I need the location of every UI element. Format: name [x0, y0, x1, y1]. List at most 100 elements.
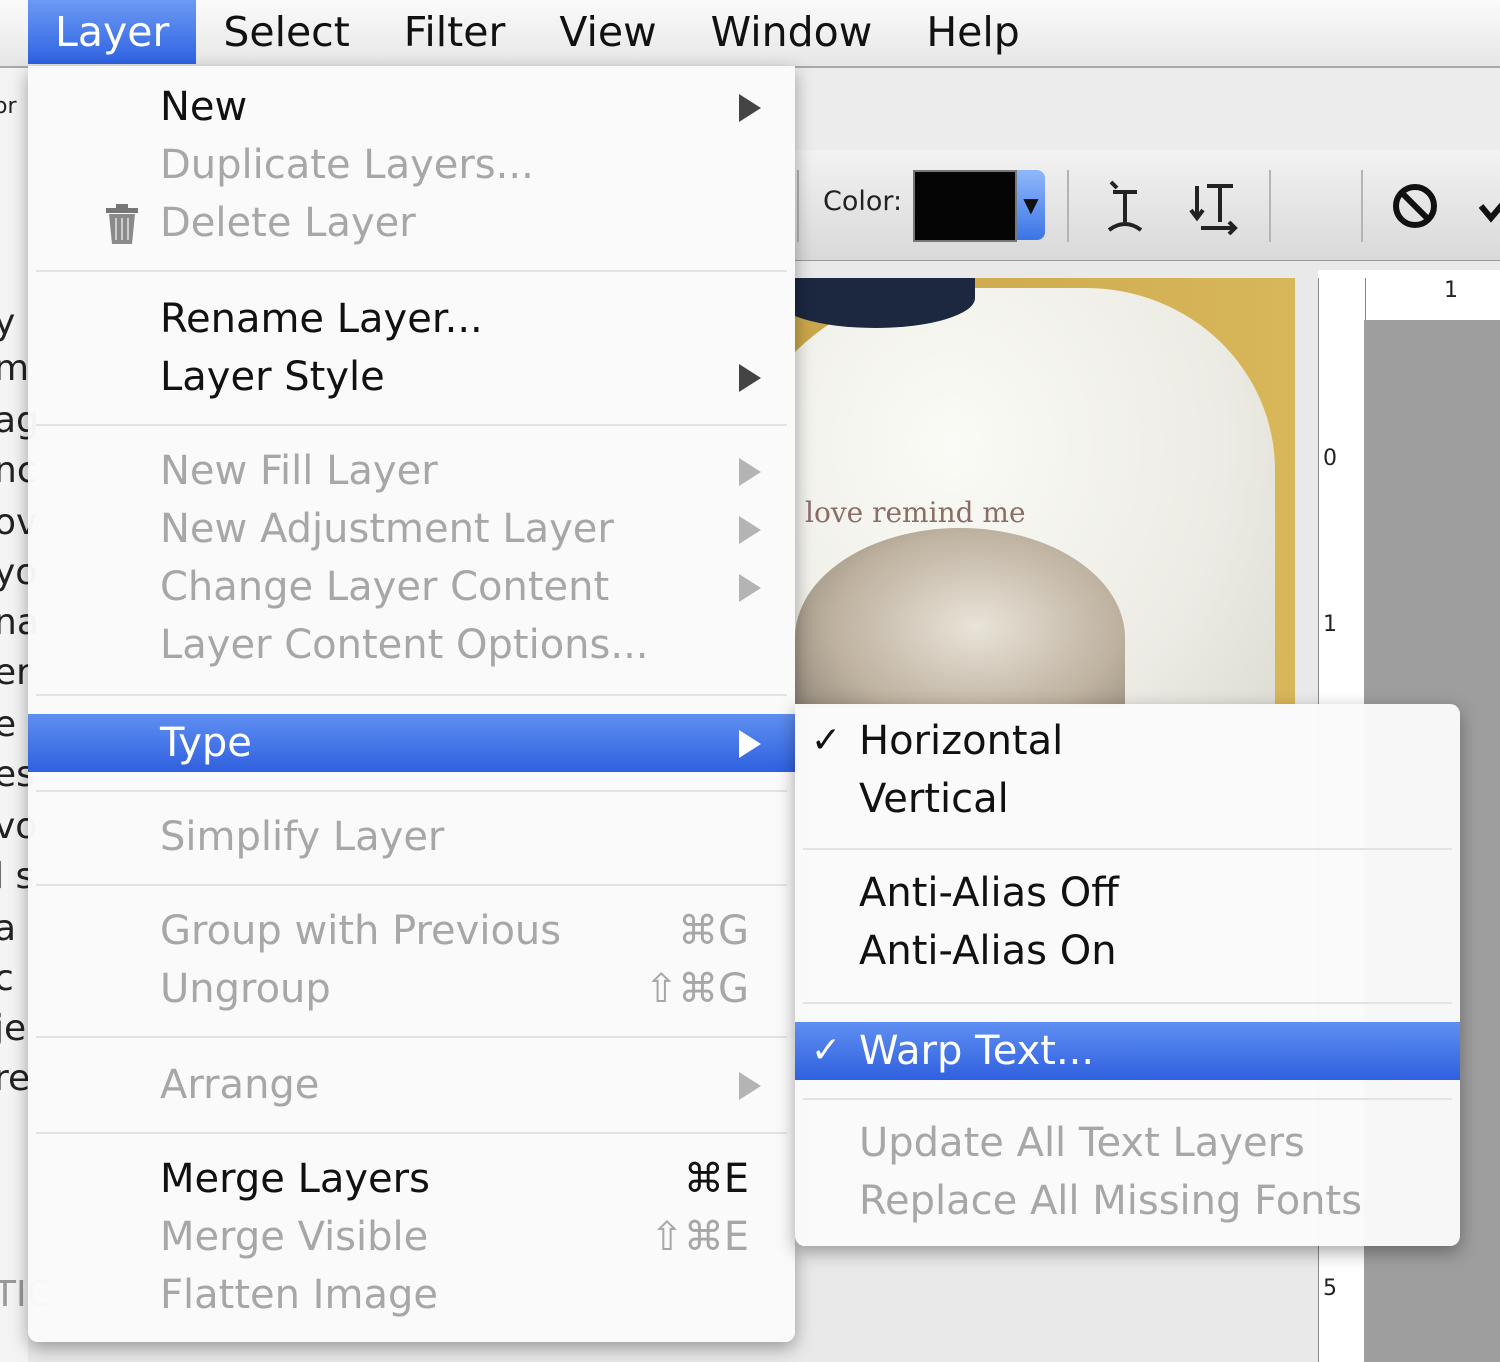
- toolbar-divider: [797, 170, 799, 242]
- text-baseline-icon[interactable]: [1095, 172, 1155, 242]
- document-photo: love remind me: [795, 278, 1295, 708]
- background-text: or: [0, 94, 17, 119]
- toolbar-divider: [1361, 170, 1363, 242]
- menu-item-label: Merge Visible: [160, 1214, 429, 1260]
- background-text: a: [0, 908, 17, 949]
- color-label: Color:: [823, 186, 903, 217]
- toolbar-divider: [1067, 170, 1069, 242]
- menu-item-label: Warp Text...: [859, 1028, 1095, 1074]
- background-help-panel: or y m ag nc ov yo na er e es vo l s a c…: [0, 66, 52, 1362]
- type-submenu: ✓ Horizontal Vertical Anti-Alias Off Ant…: [795, 704, 1460, 1246]
- menu-item-layer-content-options[interactable]: Layer Content Options...: [28, 616, 795, 674]
- submenu-arrow-icon: [739, 516, 761, 544]
- background-text: e: [0, 704, 17, 745]
- menu-item-label: Vertical: [859, 776, 1009, 822]
- submenu-item-horizontal[interactable]: ✓ Horizontal: [795, 712, 1460, 770]
- submenu-arrow-icon: [739, 94, 761, 122]
- ruler-label: 0: [1323, 446, 1337, 471]
- menu-item-label: Replace All Missing Fonts: [859, 1178, 1363, 1224]
- submenu-item-anti-alias-off[interactable]: Anti-Alias Off: [795, 864, 1460, 922]
- menu-item-label: Layer Style: [160, 354, 385, 400]
- submenu-item-replace-all-missing-fonts[interactable]: Replace All Missing Fonts: [795, 1172, 1460, 1230]
- menu-item-ungroup[interactable]: Ungroup ⇧⌘G: [28, 960, 795, 1018]
- commit-icon[interactable]: [1467, 172, 1500, 242]
- trash-icon: [106, 204, 138, 244]
- submenu-arrow-icon: [739, 1072, 761, 1100]
- options-bar: Color: ▼: [795, 150, 1500, 261]
- menu-item-simplify-layer[interactable]: Simplify Layer: [28, 808, 795, 866]
- menu-item-layer-style[interactable]: Layer Style: [28, 348, 795, 406]
- menu-item-new-fill-layer[interactable]: New Fill Layer: [28, 442, 795, 500]
- background-text: m: [0, 348, 30, 389]
- menu-item-merge-layers[interactable]: Merge Layers ⌘E: [28, 1150, 795, 1208]
- menu-item-label: Horizontal: [859, 718, 1064, 764]
- menu-bar: Layer Select Filter View Window Help: [0, 0, 1500, 68]
- menu-item-label: Update All Text Layers: [859, 1120, 1305, 1166]
- menu-item-label: New: [160, 84, 248, 130]
- submenu-item-update-all-text-layers[interactable]: Update All Text Layers: [795, 1114, 1460, 1172]
- menu-layer[interactable]: Layer: [28, 0, 197, 64]
- ruler-label: 1: [1444, 278, 1458, 303]
- checkmark-icon: ✓: [811, 720, 842, 761]
- menu-separator: [803, 848, 1452, 850]
- menu-item-label: Merge Layers: [160, 1156, 430, 1202]
- menu-item-label: Arrange: [160, 1062, 320, 1108]
- menu-item-label: Type: [160, 720, 252, 766]
- menu-help[interactable]: Help: [899, 0, 1046, 64]
- menu-item-change-layer-content[interactable]: Change Layer Content: [28, 558, 795, 616]
- menu-view[interactable]: View: [532, 0, 683, 64]
- background-text: re: [0, 1058, 31, 1099]
- menu-separator: [803, 1002, 1452, 1004]
- menu-item-rename-layer[interactable]: Rename Layer...: [28, 290, 795, 348]
- menu-item-group-with-previous[interactable]: Group with Previous ⌘G: [28, 902, 795, 960]
- submenu-item-warp-text[interactable]: ✓ Warp Text...: [795, 1022, 1460, 1080]
- menu-item-label: Layer Content Options...: [160, 622, 649, 668]
- menu-item-label: Ungroup: [160, 966, 331, 1012]
- shortcut-label: ⇧⌘E: [650, 1214, 749, 1260]
- submenu-arrow-icon: [739, 458, 761, 486]
- menu-item-new-adjustment-layer[interactable]: New Adjustment Layer: [28, 500, 795, 558]
- cancel-icon[interactable]: [1385, 172, 1445, 242]
- menu-separator: [803, 1098, 1452, 1100]
- menu-item-arrange[interactable]: Arrange: [28, 1056, 795, 1114]
- menu-filter[interactable]: Filter: [377, 0, 533, 64]
- background-text: je: [0, 1008, 27, 1049]
- menu-item-new[interactable]: New: [28, 78, 795, 136]
- menu-item-duplicate-layers[interactable]: Duplicate Layers...: [28, 136, 795, 194]
- shortcut-label: ⌘G: [678, 908, 749, 954]
- menu-item-label: Simplify Layer: [160, 814, 445, 860]
- background-text: c: [0, 958, 14, 999]
- submenu-arrow-icon: [739, 364, 761, 392]
- menu-item-label: Group with Previous: [160, 908, 562, 954]
- menu-separator: [36, 1132, 787, 1134]
- color-dropdown-button[interactable]: ▼: [1017, 170, 1045, 240]
- menu-item-delete-layer[interactable]: Delete Layer: [28, 194, 795, 252]
- menu-item-label: Duplicate Layers...: [160, 142, 534, 188]
- menu-item-label: Flatten Image: [160, 1272, 438, 1318]
- menu-window[interactable]: Window: [684, 0, 900, 64]
- menu-separator: [36, 270, 787, 272]
- menu-separator: [36, 424, 787, 426]
- background-text: y: [0, 302, 16, 343]
- text-orientation-icon[interactable]: [1187, 172, 1247, 242]
- menu-item-label: New Adjustment Layer: [160, 506, 614, 552]
- submenu-item-anti-alias-on[interactable]: Anti-Alias On: [795, 922, 1460, 980]
- menu-item-type[interactable]: Type: [28, 714, 795, 772]
- menu-item-flatten-image[interactable]: Flatten Image: [28, 1266, 795, 1324]
- toolbar-background: [795, 66, 1500, 150]
- shortcut-label: ⌘E: [683, 1156, 749, 1202]
- menu-separator: [36, 694, 787, 696]
- menu-select[interactable]: Select: [196, 0, 376, 64]
- submenu-item-vertical[interactable]: Vertical: [795, 770, 1460, 828]
- toolbar-divider: [1269, 170, 1271, 242]
- checkmark-icon: ✓: [811, 1030, 842, 1071]
- menu-item-label: Rename Layer...: [160, 296, 483, 342]
- menu-item-label: Change Layer Content: [160, 564, 610, 610]
- menu-separator: [36, 1036, 787, 1038]
- menu-item-merge-visible[interactable]: Merge Visible ⇧⌘E: [28, 1208, 795, 1266]
- menu-item-label: Anti-Alias Off: [859, 870, 1119, 916]
- shortcut-label: ⇧⌘G: [644, 966, 749, 1012]
- menu-separator: [36, 790, 787, 792]
- color-swatch[interactable]: [913, 170, 1017, 242]
- ruler-label: 5: [1323, 1276, 1337, 1301]
